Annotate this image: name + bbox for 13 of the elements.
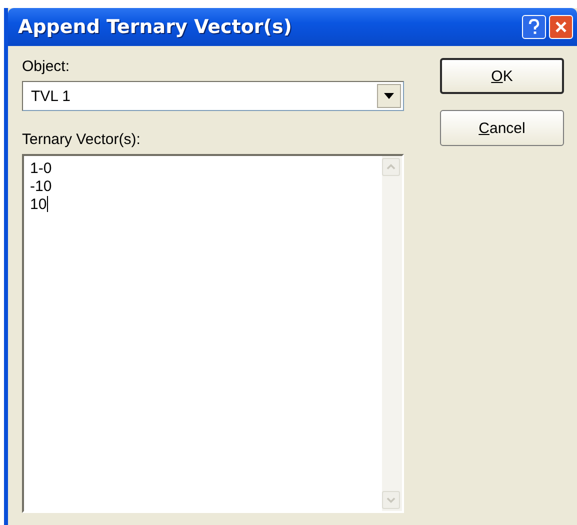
object-label: Object: (22, 58, 71, 75)
cancel-button[interactable]: Cancel (440, 110, 564, 146)
question-mark-icon (528, 19, 540, 35)
help-button[interactable] (522, 15, 546, 39)
vectors-text-area[interactable]: 1-0 -10 10 (22, 154, 404, 513)
window-title: Append Ternary Vector(s) (18, 16, 293, 38)
vectors-label: Ternary Vector(s): (22, 131, 142, 148)
close-button[interactable] (549, 15, 573, 39)
ok-button[interactable]: OK (440, 58, 564, 94)
caret-down-icon (384, 93, 394, 99)
close-icon (555, 21, 567, 33)
dropdown-button[interactable] (377, 84, 401, 108)
object-dropdown[interactable]: TVL 1 (22, 81, 404, 111)
